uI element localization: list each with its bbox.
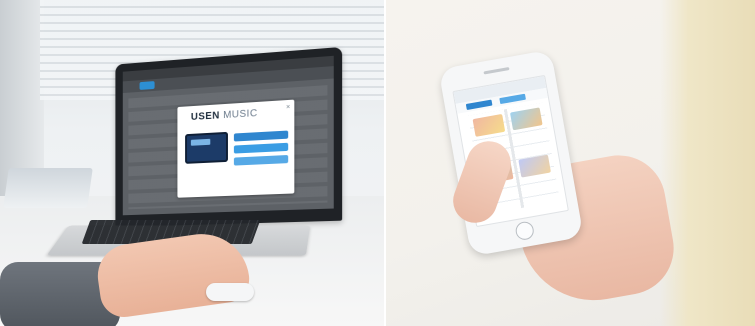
modal-button-3 [233,154,289,166]
laptop-photo-panel: USEN MUSIC × [0,0,384,326]
logo-music: MUSIC [223,107,258,122]
home-button [514,220,536,242]
modal-button-1 [233,130,289,142]
tablet-device-image [185,131,228,164]
composite-photo: USEN MUSIC × [0,0,755,326]
usen-music-logo: USEN MUSIC [191,108,258,123]
logo-usen: USEN [190,110,220,124]
laptop-screen: USEN MUSIC × [122,55,334,216]
desk-tray [3,168,93,208]
close-icon: × [286,103,291,112]
website-nav-button [139,81,155,90]
service-modal: USEN MUSIC × [177,99,295,198]
person-clothing [660,0,755,326]
computer-mouse [206,283,254,301]
laptop-lid: USEN MUSIC × [115,46,343,228]
modal-button-2 [233,142,289,154]
